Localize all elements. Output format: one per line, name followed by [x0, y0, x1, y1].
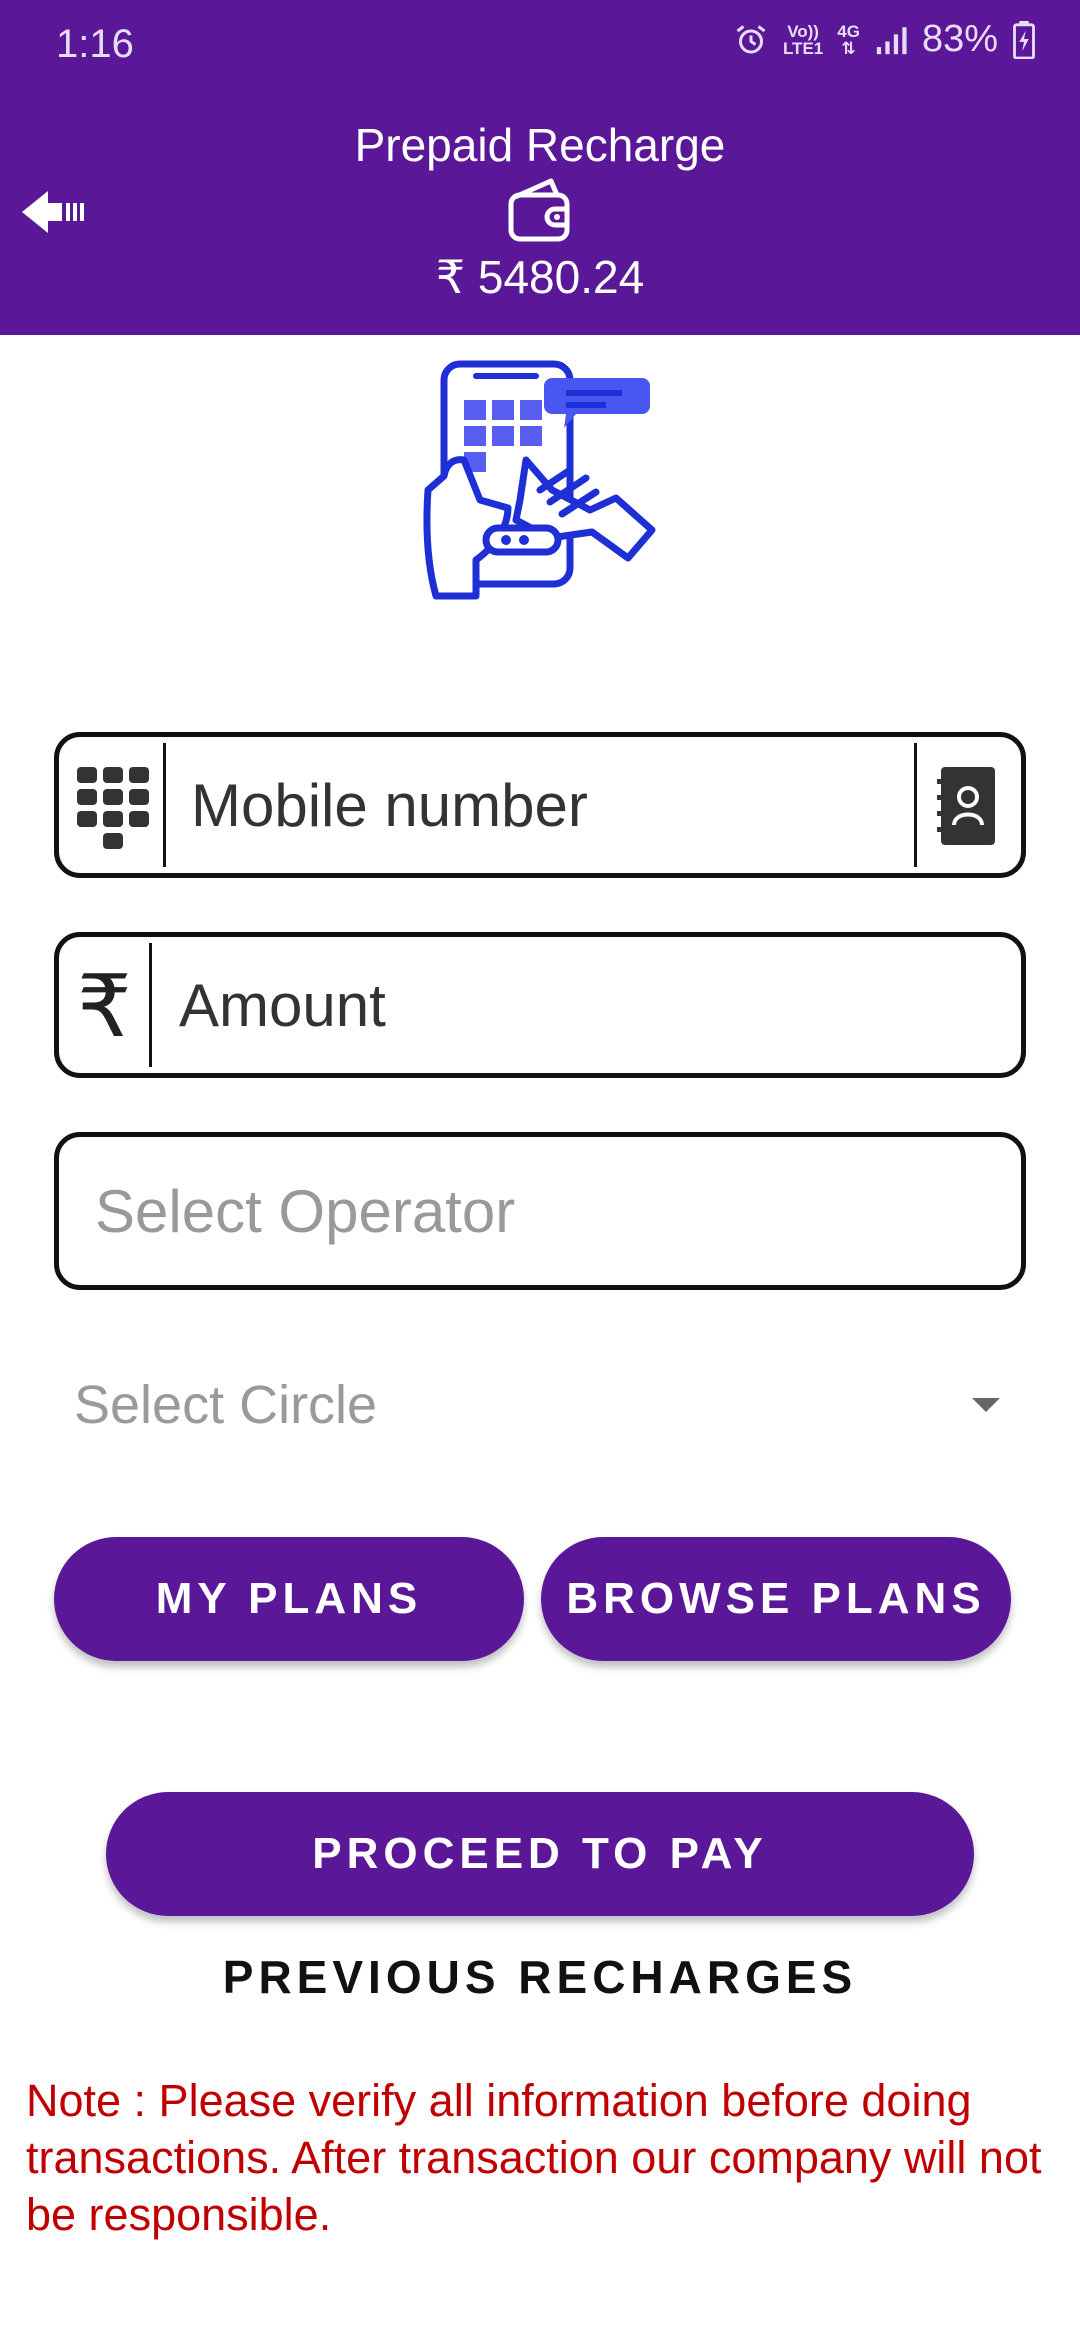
- circle-select-label: Select Circle: [74, 1375, 378, 1435]
- wallet-icon[interactable]: [505, 175, 577, 247]
- previous-recharges-link[interactable]: PREVIOUS RECHARGES: [0, 1950, 1080, 2004]
- amount-input[interactable]: Amount: [179, 937, 386, 1073]
- wallet-balance: ₹ 5480.24: [435, 251, 645, 303]
- contacts-book-icon[interactable]: [937, 765, 997, 847]
- browse-plans-button[interactable]: BROWSE PLANS: [541, 1537, 1011, 1661]
- circle-select-dropdown[interactable]: Select Circle: [54, 1360, 1026, 1450]
- volte-indicator: Vo)) LTE1: [782, 21, 824, 58]
- rupee-icon: ₹: [77, 959, 132, 1055]
- mobile-number-input[interactable]: Mobile number: [191, 737, 588, 873]
- operator-select-field[interactable]: Select Operator: [54, 1132, 1026, 1290]
- mobile-recharge-illustration: [423, 360, 656, 600]
- battery-charging-icon: [1013, 20, 1035, 59]
- data-arrows-icon: ⇅: [841, 38, 856, 58]
- back-button[interactable]: [18, 183, 88, 241]
- field-divider: [914, 743, 917, 867]
- operator-select-input[interactable]: Select Operator: [95, 1137, 515, 1285]
- my-plans-button[interactable]: MY PLANS: [54, 1537, 524, 1661]
- battery-percent: 83%: [921, 18, 998, 60]
- field-divider: [163, 743, 166, 867]
- status-icons: Vo)) LTE1 4G ⇅ 83%: [733, 18, 1036, 61]
- app-header: 1:16 Vo)) LTE1 4G ⇅ 83% Prepaid Recharge…: [0, 0, 1080, 335]
- mobile-number-field[interactable]: Mobile number: [54, 732, 1026, 878]
- amount-field[interactable]: ₹ Amount: [54, 932, 1026, 1078]
- data-type-indicator: 4G ⇅: [837, 21, 860, 58]
- dialpad-icon: [77, 767, 149, 849]
- status-bar: 1:16 Vo)) LTE1 4G ⇅ 83%: [0, 0, 1080, 88]
- field-divider: [149, 943, 152, 1067]
- alarm-icon: [736, 24, 766, 53]
- disclaimer-note: Note : Please verify all information bef…: [26, 2075, 1042, 2240]
- status-time: 1:16: [56, 22, 134, 66]
- back-arrow-icon: [22, 191, 84, 233]
- page-title: Prepaid Recharge: [354, 119, 726, 171]
- proceed-to-pay-button[interactable]: PROCEED TO PAY: [106, 1792, 974, 1916]
- dropdown-arrow-icon: [972, 1398, 1000, 1412]
- signal-icon: [876, 26, 907, 54]
